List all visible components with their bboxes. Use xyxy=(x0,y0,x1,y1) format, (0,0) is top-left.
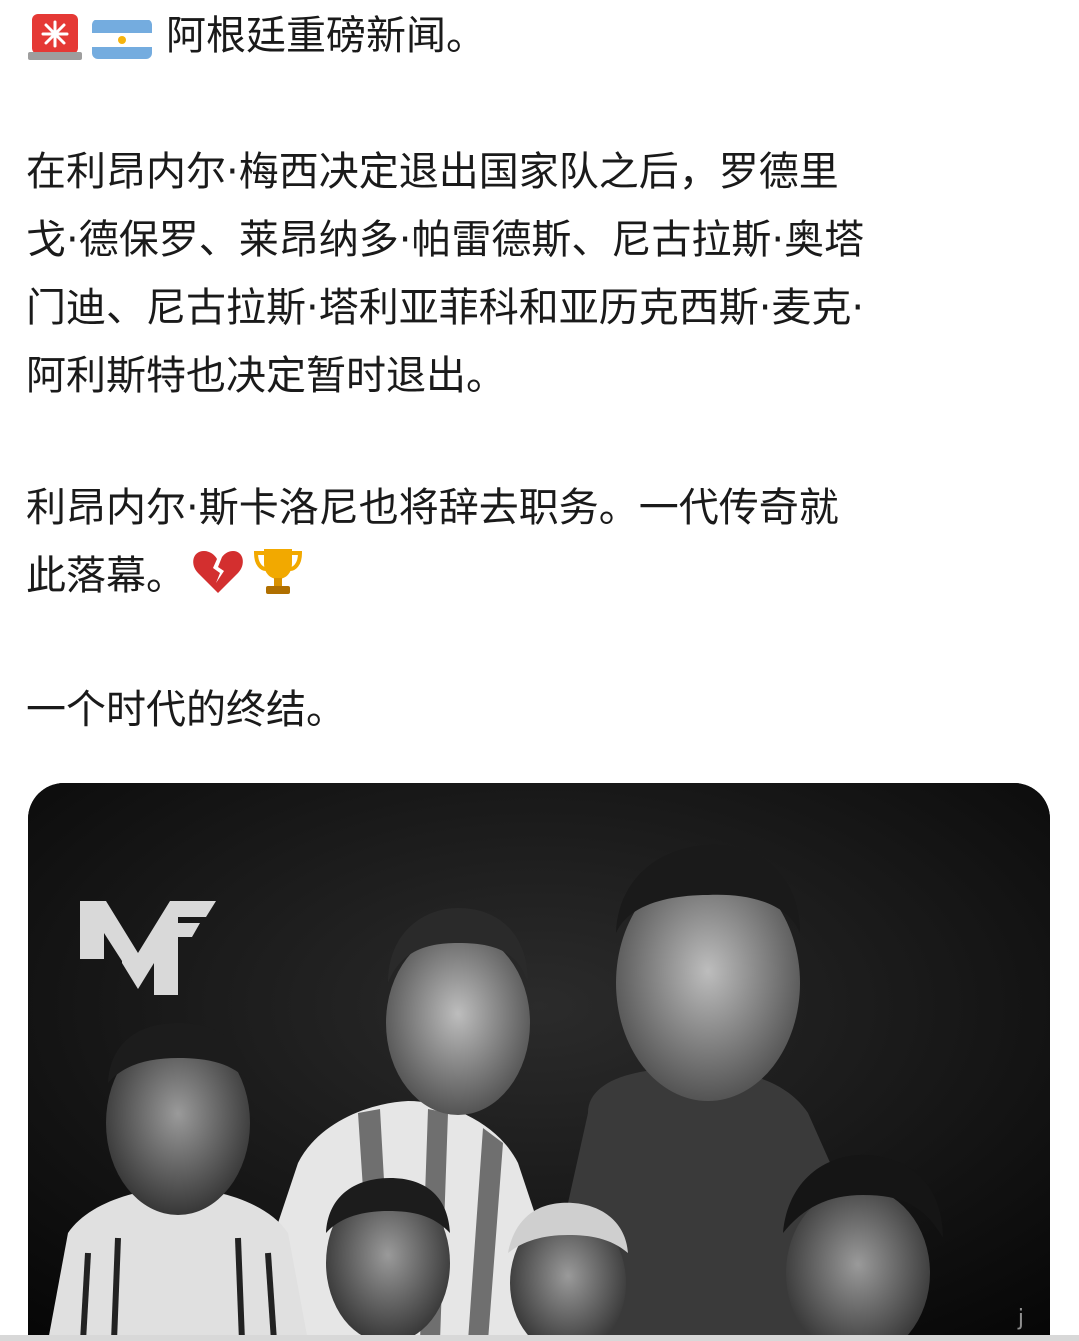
paragraph-1-line: 阿利斯特也决定暂时退出。 xyxy=(26,353,506,399)
paragraph-2-line: 此落幕。 xyxy=(26,542,1056,610)
paragraph-2: 利昂内尔·斯卡洛尼也将辞去职务。一代传奇就 此落幕。 xyxy=(26,474,1056,610)
headline: 阿根廷重磅新闻。 xyxy=(26,8,486,64)
broken-heart-icon xyxy=(190,543,246,599)
siren-icon xyxy=(26,10,84,62)
paragraph-2-text: 此落幕。 xyxy=(26,553,186,599)
paragraph-1: 在利昂内尔·梅西决定退出国家队之后，罗德里 戈·德保罗、莱昂纳多·帕雷德斯、尼古… xyxy=(26,138,1056,410)
headline-text: 阿根廷重磅新闻。 xyxy=(166,13,486,59)
paragraph-1-line: 戈·德保罗、莱昂纳多·帕雷德斯、尼古拉斯·奥塔 xyxy=(26,217,865,263)
team-photo[interactable]: j xyxy=(28,783,1050,1341)
paragraph-3-line: 一个时代的终结。 xyxy=(26,687,346,733)
watermark: j xyxy=(1017,1306,1024,1331)
paragraph-1-line: 门迪、尼古拉斯·塔利亚菲科和亚历克西斯·麦克· xyxy=(26,285,865,331)
paragraph-3: 一个时代的终结。 xyxy=(26,676,1056,744)
paragraph-1-line: 在利昂内尔·梅西决定退出国家队之后，罗德里 xyxy=(26,149,839,195)
argentina-flag-icon xyxy=(92,19,152,59)
trophy-icon xyxy=(250,543,306,599)
bottom-divider xyxy=(0,1335,1079,1341)
paragraph-2-line: 利昂内尔·斯卡洛尼也将辞去职务。一代传奇就 xyxy=(26,485,839,531)
